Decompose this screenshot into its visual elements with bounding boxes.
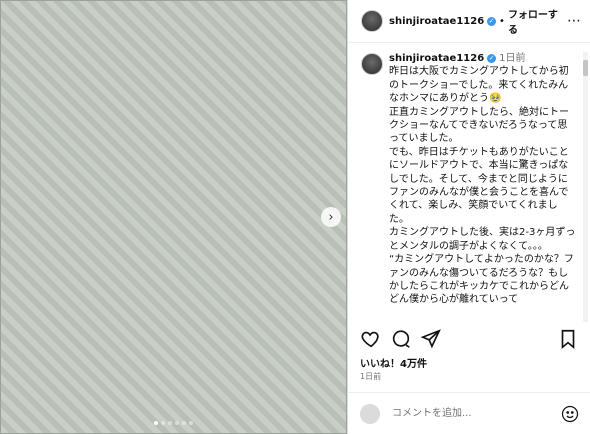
avatar[interactable]	[361, 10, 383, 32]
follow-button[interactable]: フォローする	[508, 6, 567, 36]
avatar	[360, 403, 380, 424]
share-icon[interactable]	[420, 328, 442, 350]
scrollbar[interactable]	[583, 52, 588, 322]
comment-input[interactable]	[390, 407, 554, 420]
chevron-right-icon: ›	[328, 209, 334, 225]
carousel-dot[interactable]	[175, 421, 179, 425]
scroll-thumb[interactable]	[583, 60, 588, 76]
comment-icon[interactable]	[390, 328, 412, 350]
more-horizontal-icon[interactable]: ⋯	[567, 13, 582, 29]
bookmark-icon[interactable]	[557, 328, 579, 350]
post-date: 1日前	[360, 372, 382, 381]
separator-dot: •	[499, 15, 505, 27]
comment-bar	[348, 392, 590, 434]
caption-time: 1日前	[499, 53, 526, 64]
heart-icon[interactable]	[360, 328, 382, 350]
avatar[interactable]	[361, 53, 383, 75]
carousel-dot[interactable]	[189, 421, 193, 425]
action-bar	[348, 322, 590, 356]
likes-count[interactable]: いいね！4万件	[360, 355, 427, 370]
caption-line: “カミングアウトしてよかったのかな？ファンのみんな傷ついてるだろうな？もしかした…	[389, 254, 574, 306]
verified-badge-icon: ✓	[487, 53, 497, 63]
carousel-dot[interactable]	[168, 421, 172, 425]
caption-row: shinjiroatae1126 ✓ 1日前 昨日は大阪でカミングアウトしてから初の…	[348, 43, 590, 307]
caption-username[interactable]: shinjiroatae1126	[389, 53, 484, 64]
caption-line: 正直カミングアウトしたら、絶対にトークショーなんてできないだろうなって思っていま…	[389, 106, 569, 145]
next-image-button[interactable]: ›	[321, 207, 341, 227]
caption-line: 昨日は大阪でカミングアウトしてから初のトークショーでした。来てくれたみんなホンマ…	[389, 66, 569, 105]
username-link[interactable]: shinjiroatae1126	[389, 16, 484, 27]
carousel-dot[interactable]	[154, 421, 158, 425]
caption-text: 昨日は大阪でカミングアウトしてから初のトークショーでした。来てくれたみんなホンマ…	[389, 65, 577, 306]
carousel-dot[interactable]	[182, 421, 186, 425]
caption-body: shinjiroatae1126 ✓ 1日前 昨日は大阪でカミングアウトしてから初の…	[389, 52, 577, 307]
carousel-dot[interactable]	[161, 421, 165, 425]
post-side-panel: shinjiroatae1126 ✓ • フォローする ⋯ shinjiroat…	[347, 0, 590, 434]
post-photo[interactable]: ›	[0, 0, 347, 434]
carousel-dots	[1, 421, 346, 425]
verified-badge-icon: ✓	[487, 16, 497, 26]
caption-line: でも、昨日はチケットもありがたいことにソールドアウトで、本当に驚きっぱなしでした…	[389, 146, 569, 225]
caption-line: カミングアウトした後、実は2-3ヶ月ずっとメンタルの調子がよくなくて。。。	[389, 227, 576, 252]
caption-area[interactable]: shinjiroatae1126 ✓ 1日前 昨日は大阪でカミングアウトしてから初の…	[348, 43, 590, 320]
post-header: shinjiroatae1126 ✓ • フォローする ⋯	[348, 0, 590, 43]
emoji-icon[interactable]	[561, 405, 579, 423]
